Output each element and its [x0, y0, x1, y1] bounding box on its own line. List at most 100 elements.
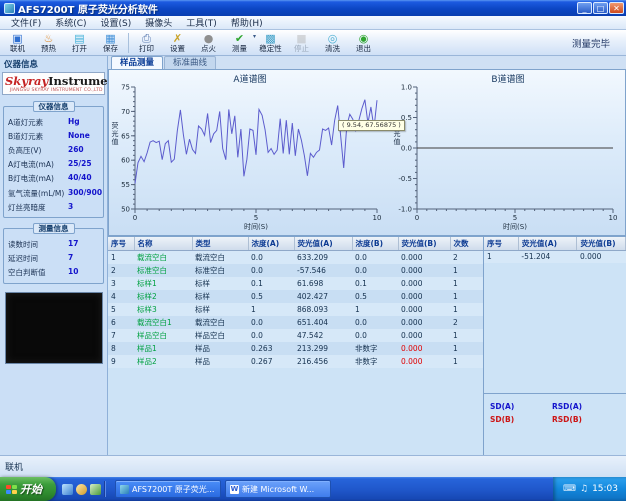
稳定性-toolbar-button[interactable]: ▩稳定性 [255, 30, 286, 55]
readings-column-header[interactable]: 荧光值(B) [577, 237, 626, 251]
table-cell: 0.0 [248, 329, 294, 342]
table-cell: 47.542 [294, 329, 352, 342]
table-cell: 0.000 [398, 329, 450, 342]
window-title: AFS7200T 原子荧光分析软件 [18, 1, 158, 16]
停止-toolbar-button[interactable]: ■停止 [286, 30, 317, 55]
点火-toolbar-button[interactable]: ●点火 [193, 30, 224, 55]
table-row[interactable]: 1载流空白载流空白0.0633.2090.00.0002 [108, 251, 484, 265]
results-column-header[interactable]: 类型 [192, 237, 248, 251]
svg-text:60: 60 [121, 157, 130, 165]
table-cell: 1 [248, 303, 294, 316]
toolbar-button-label: 设置 [170, 45, 185, 53]
menu-item[interactable]: 文件(F) [4, 16, 48, 29]
results-column-header[interactable]: 荧光值(A) [294, 237, 352, 251]
readings-table: 序号荧光值(A)荧光值(B) 1-51.2040.000 [484, 237, 626, 263]
task-label: 新建 Microsoft W... [242, 484, 314, 495]
info-row: 负高压(V)260 [7, 143, 100, 157]
svg-text:10: 10 [373, 214, 382, 222]
start-button[interactable]: 开始 [0, 477, 56, 501]
预热-toolbar-button[interactable]: ♨预热 [33, 30, 64, 55]
table-row[interactable]: 5标样3标样1868.09310.0001 [108, 303, 484, 316]
clean-icon: ◎ [328, 33, 338, 45]
results-column-header[interactable]: 次数 [450, 237, 484, 251]
info-value: None [68, 131, 90, 142]
table-cell: 0.0 [352, 316, 398, 329]
table-row[interactable]: 7样品空白样品空白0.047.5420.00.0001 [108, 329, 484, 342]
table-cell: 6 [108, 316, 134, 329]
tab-样品测量[interactable]: 样品测量 [111, 56, 163, 69]
close-button[interactable]: ✕ [609, 2, 624, 14]
测量-toolbar-button[interactable]: ✔测量▾ [224, 30, 255, 55]
menu-item[interactable]: 系统(C) [48, 16, 93, 29]
table-cell: 1 [450, 290, 484, 303]
table-cell: 1 [352, 303, 398, 316]
table-row[interactable]: 4标样2标样0.5402.4270.50.0001 [108, 290, 484, 303]
tab-标准曲线[interactable]: 标准曲线 [164, 56, 216, 69]
info-value: 300/900 [68, 188, 102, 199]
chart-b-plot: -1.0-0.50.00.51.00510时间(S) [391, 83, 621, 231]
quicklaunch-icon-2[interactable] [76, 484, 87, 495]
results-column-header[interactable]: 浓度(A) [248, 237, 294, 251]
statistics-panel: SD(A) RSD(A) SD(B) RSD(B) [484, 393, 626, 455]
退出-toolbar-button[interactable]: ◉退出 [348, 30, 379, 55]
table-cell: 标样1 [134, 277, 192, 290]
measure-info-group: 测量信息 读数时间17延迟时间7空白判断值10 [3, 228, 104, 284]
info-label: B道灯元素 [8, 131, 68, 142]
打印-toolbar-button[interactable]: ⎙打印 [131, 30, 162, 55]
chart-a-plot: 5055606570750510时间(S) [109, 83, 385, 231]
table-cell: 0.000 [398, 251, 450, 265]
table-row[interactable]: 8样品1样品0.263213.299非数字0.0001 [108, 342, 484, 355]
info-row: 氩气流量(mL/M)300/900 [7, 186, 100, 200]
清洗-toolbar-button[interactable]: ◎清洗 [317, 30, 348, 55]
保存-toolbar-button[interactable]: ▦保存 [95, 30, 126, 55]
联机-toolbar-button[interactable]: ▣联机 [2, 30, 33, 55]
instrument-group-title: 仪器信息 [33, 101, 75, 112]
table-cell: 2 [108, 264, 134, 277]
chart-b-title: B道谱图 [391, 70, 625, 83]
results-column-header[interactable]: 荧光值(B) [398, 237, 450, 251]
table-row[interactable]: 9样品2样品0.267216.456非数字0.0001 [108, 355, 484, 368]
menu-item[interactable]: 工具(T) [179, 16, 224, 29]
quicklaunch-icon-1[interactable] [62, 484, 73, 495]
menu-item[interactable]: 设置(S) [94, 16, 139, 29]
info-label: 负高压(V) [8, 145, 68, 156]
table-row[interactable]: 3标样1标样0.161.6980.10.0001 [108, 277, 484, 290]
menu-item[interactable]: 帮助(H) [224, 16, 270, 29]
readings-column-header[interactable]: 序号 [484, 237, 518, 251]
toolbar-button-label: 联机 [10, 45, 25, 53]
info-value: 25/25 [68, 159, 92, 170]
打开-toolbar-button[interactable]: ▤打开 [64, 30, 95, 55]
app-icon [4, 3, 15, 14]
table-cell: 非数字 [352, 355, 398, 368]
taskbar-task-button[interactable]: AFS7200T 原子荧光... [115, 480, 221, 498]
restore-button[interactable]: □ [593, 2, 608, 14]
menu-item[interactable]: 摄像头 [138, 16, 179, 29]
table-row[interactable]: 6载流空白1载流空白0.0651.4040.00.0002 [108, 316, 484, 329]
camera-view [5, 292, 103, 364]
table-row[interactable]: 1-51.2040.000 [484, 251, 626, 263]
toolbar-button-label: 清洗 [325, 45, 340, 53]
quicklaunch-icon-3[interactable] [90, 484, 101, 495]
info-row: A道灯元素Hg [7, 115, 100, 129]
results-column-header[interactable]: 浓度(B) [352, 237, 398, 251]
results-column-header[interactable]: 名称 [134, 237, 192, 251]
table-cell: 标准空白 [134, 264, 192, 277]
table-cell: 1 [484, 251, 518, 263]
keyboard-tray-icon[interactable]: ⌨ [563, 484, 576, 494]
svg-text:1.0: 1.0 [401, 84, 412, 92]
readings-column-header[interactable]: 荧光值(A) [518, 237, 577, 251]
table-cell: 0.267 [248, 355, 294, 368]
info-value: 3 [68, 202, 73, 213]
minimize-button[interactable]: _ [577, 2, 592, 14]
app-window: AFS7200T 原子荧光分析软件 _ □ ✕ 文件(F)系统(C)设置(S)摄… [0, 0, 626, 501]
taskbar-task-button[interactable]: W新建 Microsoft W... [225, 480, 331, 498]
table-cell: 标样 [192, 277, 248, 290]
table-row[interactable]: 2标准空白标准空白0.0-57.5460.00.0001 [108, 264, 484, 277]
info-row: 读数时间17 [7, 237, 100, 251]
设置-toolbar-button[interactable]: ✗设置 [162, 30, 193, 55]
brand-subtitle: JIANGSU SKYRAY INSTRUMENT CO.,LTD [10, 87, 97, 92]
svg-text:0: 0 [133, 214, 137, 222]
results-column-header[interactable]: 序号 [108, 237, 134, 251]
table-cell: 样品2 [134, 355, 192, 368]
volume-tray-icon[interactable]: ♫ [580, 484, 588, 494]
